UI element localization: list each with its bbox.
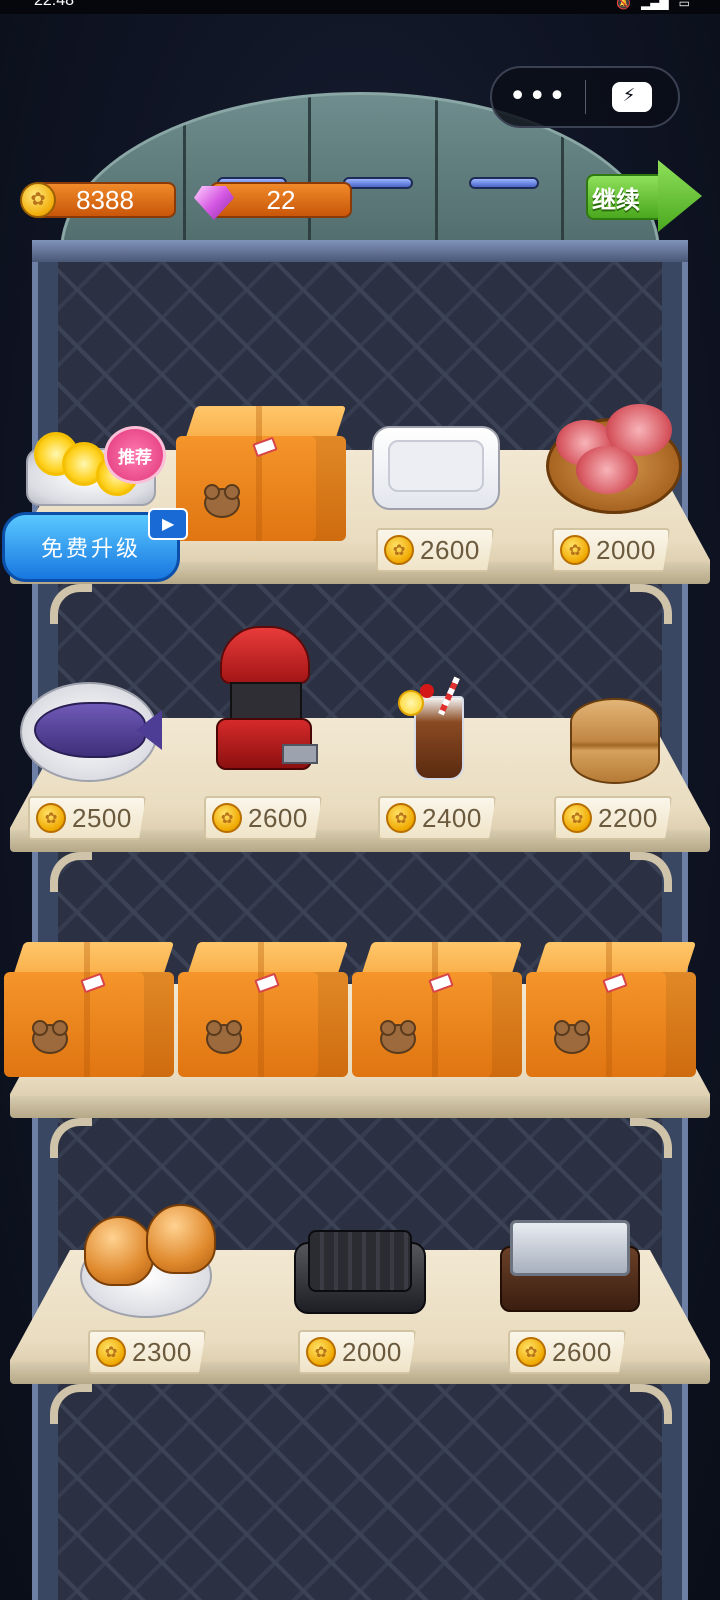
- more-dots-icon[interactable]: •••: [492, 66, 585, 128]
- coin-icon: [562, 803, 592, 833]
- shelf-bracket: [630, 852, 672, 892]
- price-tag: 2600: [508, 1330, 626, 1374]
- bun-icon: [84, 1216, 154, 1286]
- bear-icon: [554, 1020, 590, 1054]
- recommend-badge: 推荐: [104, 426, 166, 484]
- bun-icon: [146, 1204, 216, 1274]
- meat-board-item[interactable]: [546, 398, 696, 548]
- price-tag: 2500: [28, 796, 146, 840]
- shelf-bracket: [50, 852, 92, 892]
- status-time: 22:48: [34, 0, 75, 9]
- status-bar: 22:48 🔕 ▂▄▆ ▭: [0, 0, 720, 14]
- continue-button[interactable]: 继续: [586, 160, 702, 232]
- cola-machine-item[interactable]: [212, 626, 362, 776]
- mystery-box-item[interactable]: [526, 942, 697, 1082]
- box-tape: [432, 942, 438, 1077]
- gamepad-button[interactable]: [586, 82, 679, 112]
- arrow-right-icon: [658, 160, 702, 232]
- shelf-bracket: [50, 1118, 92, 1158]
- shelf-frame-top: [32, 240, 688, 262]
- video-ad-icon: [148, 508, 188, 540]
- cake-icon: [570, 698, 660, 784]
- machine-body: [230, 682, 302, 722]
- coin-icon: [212, 803, 242, 833]
- bell-off-icon: 🔕: [616, 0, 631, 10]
- price-value: 2200: [598, 802, 658, 833]
- coin-icon: [560, 535, 590, 565]
- price-tag: 2000: [552, 528, 670, 572]
- machine-top: [220, 626, 310, 684]
- price-tag: 2400: [378, 796, 496, 840]
- price-tag: 2200: [554, 796, 672, 840]
- coin-icon: [386, 803, 416, 833]
- bear-icon: [204, 484, 240, 518]
- dome-light: [343, 177, 413, 189]
- plate-inner: [388, 440, 484, 492]
- price-value: 2000: [596, 534, 656, 565]
- shelf-bracket: [630, 1384, 672, 1424]
- mystery-box-item[interactable]: [4, 942, 175, 1082]
- price-value: 2500: [72, 802, 132, 833]
- box-tape: [256, 406, 262, 541]
- gem-amount: 22: [266, 184, 296, 215]
- mystery-box-item[interactable]: [352, 942, 523, 1082]
- price-tag: 2600: [376, 528, 494, 572]
- price-tag: 2300: [88, 1330, 206, 1374]
- mystery-box-item[interactable]: [178, 942, 349, 1082]
- price-tag: 2600: [204, 796, 322, 840]
- battery-icon: ▭: [678, 0, 690, 10]
- shelf-lip: [10, 1096, 710, 1118]
- free-upgrade-label: 免费升级: [40, 537, 141, 562]
- status-icons: 🔕 ▂▄▆ ▭: [616, 0, 690, 10]
- dome-light: [469, 177, 539, 189]
- bear-icon: [32, 1020, 68, 1054]
- signal-icon: ▂▄▆: [640, 0, 669, 10]
- box-tape: [258, 942, 264, 1077]
- coin-icon: [36, 803, 66, 833]
- price-value: 2300: [132, 1336, 192, 1367]
- grill-grate-icon: [308, 1230, 412, 1292]
- coin-icon: [516, 1337, 546, 1367]
- mystery-box-item[interactable]: [176, 406, 347, 546]
- price-value: 2600: [552, 1336, 612, 1367]
- shelf-bracket: [50, 1384, 92, 1424]
- gold-amount: 8388: [76, 184, 134, 215]
- continue-label: 继续: [592, 186, 640, 214]
- coin-icon: [96, 1337, 126, 1367]
- shelf-bracket: [630, 584, 672, 624]
- price-value: 2400: [422, 802, 482, 833]
- gold-coin-icon: [20, 182, 56, 218]
- cherry-icon: [420, 684, 434, 698]
- drip-tray: [282, 744, 318, 764]
- price-value: 2600: [420, 534, 480, 565]
- recommend-label: 推荐: [118, 447, 152, 468]
- tray-icon: [510, 1220, 630, 1276]
- box-tape: [606, 942, 612, 1077]
- bear-icon: [206, 1020, 242, 1054]
- fish-icon: [34, 702, 146, 758]
- price-tag: 2000: [298, 1330, 416, 1374]
- price-value: 2000: [342, 1336, 402, 1367]
- gamepad-icon: [611, 82, 652, 112]
- coin-icon: [306, 1337, 336, 1367]
- price-value: 2600: [248, 802, 308, 833]
- bear-icon: [380, 1020, 416, 1054]
- shelf-bracket: [630, 1118, 672, 1158]
- meat-icon: [576, 446, 638, 494]
- coin-icon: [384, 535, 414, 565]
- box-tape: [84, 942, 90, 1077]
- shelf-bracket: [50, 584, 92, 624]
- miniprogram-capsule: •••: [490, 66, 680, 128]
